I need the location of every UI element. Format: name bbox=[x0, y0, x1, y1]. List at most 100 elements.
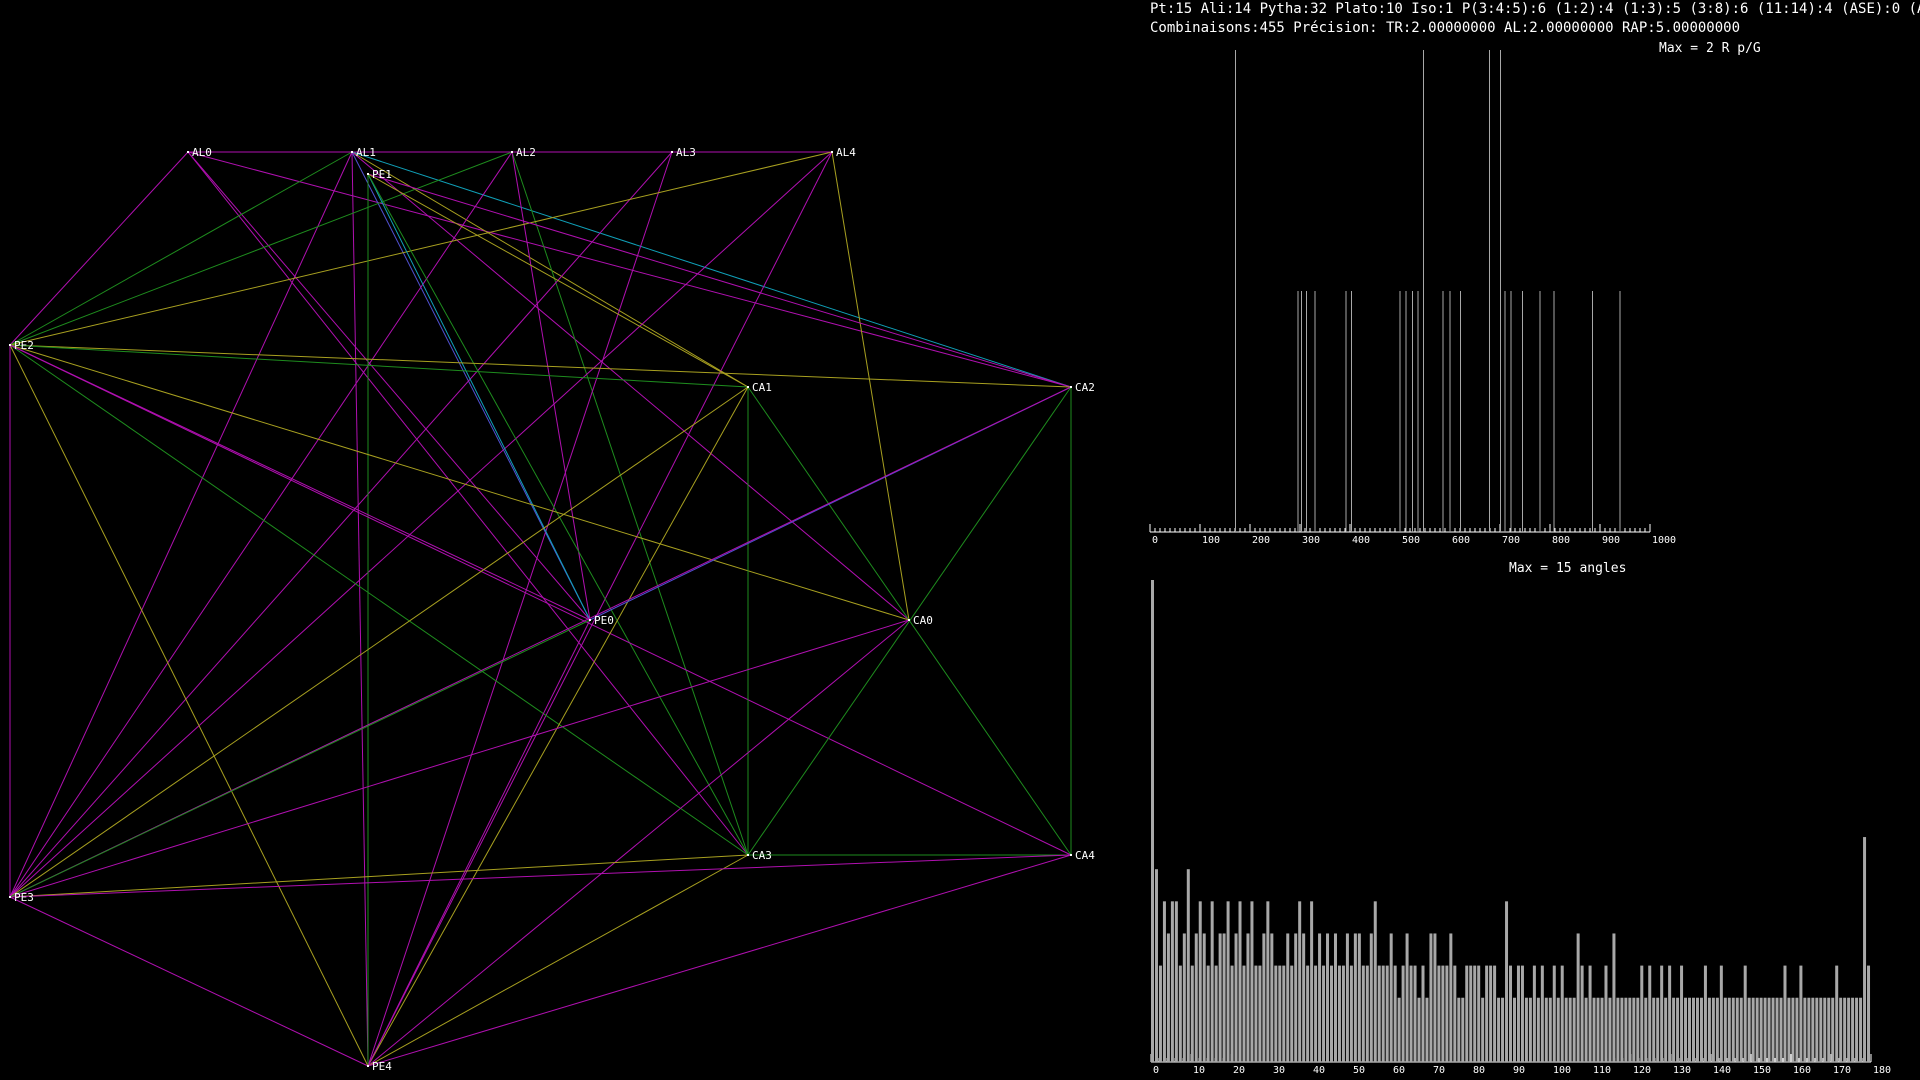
point-label-AL1: AL1 bbox=[356, 146, 376, 159]
angle-bar bbox=[1767, 997, 1771, 1062]
segment-AL1-CA2 bbox=[351, 151, 1072, 388]
angle-bar bbox=[1437, 965, 1441, 1062]
angle-bar bbox=[1429, 933, 1433, 1062]
segment-PE2-PE4 bbox=[9, 344, 369, 1067]
angle-bar bbox=[1298, 901, 1302, 1062]
point-CA0 bbox=[908, 619, 910, 621]
angle-bar bbox=[1377, 965, 1381, 1062]
angle-bar bbox=[1791, 997, 1795, 1062]
angle-tick-label: 20 bbox=[1233, 1065, 1245, 1076]
angle-bar bbox=[1385, 965, 1389, 1062]
angle-bar bbox=[1739, 997, 1743, 1062]
ratio-tick-label: 900 bbox=[1602, 535, 1620, 546]
angle-bar bbox=[1258, 965, 1262, 1062]
point-label-AL3: AL3 bbox=[676, 146, 696, 159]
angle-bar bbox=[1759, 997, 1763, 1062]
angle-bar bbox=[1747, 997, 1751, 1062]
angle-histogram-title: Max = 15 angles bbox=[1509, 561, 1627, 576]
stats-line: Pt:15 Ali:14 Pytha:32 Plato:10 Iso:1 P(3… bbox=[1150, 1, 1920, 17]
point-CA4 bbox=[1070, 854, 1072, 856]
angle-bar bbox=[1688, 997, 1692, 1062]
segment-AL3-PE4 bbox=[367, 151, 673, 1067]
angle-bar bbox=[1151, 580, 1154, 1062]
angle-bar bbox=[1318, 933, 1322, 1062]
segment-PE1-CA2 bbox=[367, 173, 1072, 388]
angle-tick-label: 70 bbox=[1433, 1065, 1445, 1076]
angle-bar bbox=[1636, 997, 1640, 1062]
angle-bar bbox=[1775, 997, 1779, 1062]
angle-bar bbox=[1751, 997, 1755, 1062]
point-label-PE3: PE3 bbox=[14, 891, 34, 904]
angle-bar bbox=[1497, 997, 1501, 1062]
angle-bar bbox=[1294, 933, 1298, 1062]
angle-bar bbox=[1282, 965, 1286, 1062]
point-label-CA1: CA1 bbox=[752, 381, 772, 394]
angle-bar bbox=[1695, 997, 1699, 1062]
geometry-segments bbox=[9, 151, 1072, 1067]
angle-bar bbox=[1672, 997, 1676, 1062]
angle-bar bbox=[1815, 997, 1819, 1062]
angle-bar bbox=[1413, 965, 1417, 1062]
angle-bar bbox=[1548, 997, 1552, 1062]
angle-bar bbox=[1246, 933, 1250, 1062]
angle-bar bbox=[1314, 965, 1318, 1062]
segment-AL1-PE2 bbox=[9, 151, 353, 346]
angle-bar bbox=[1266, 901, 1270, 1062]
angle-bar bbox=[1441, 965, 1445, 1062]
angle-bar bbox=[1353, 933, 1357, 1062]
angle-bar bbox=[1660, 965, 1664, 1062]
point-AL1 bbox=[351, 151, 353, 153]
angle-bar bbox=[1652, 997, 1656, 1062]
angle-bar bbox=[1381, 965, 1385, 1062]
angle-bar bbox=[1799, 965, 1803, 1062]
angle-bar bbox=[1835, 965, 1839, 1062]
angle-bar bbox=[1186, 869, 1190, 1062]
angle-bar bbox=[1226, 901, 1230, 1062]
angle-bar bbox=[1505, 901, 1509, 1062]
segment-PE1-PE0 bbox=[367, 173, 591, 621]
angle-bar bbox=[1668, 965, 1672, 1062]
angle-bar bbox=[1190, 965, 1194, 1062]
angle-bar bbox=[1823, 997, 1827, 1062]
point-label-AL4: AL4 bbox=[836, 146, 856, 159]
angle-bar bbox=[1528, 997, 1532, 1062]
angle-bar bbox=[1735, 997, 1739, 1062]
angle-tick-label: 170 bbox=[1833, 1065, 1851, 1076]
ratio-histogram-title: Max = 2 R p/G bbox=[1659, 41, 1761, 56]
segment-CA4-PE3 bbox=[9, 854, 1072, 898]
angle-bar bbox=[1544, 997, 1548, 1062]
angle-bar bbox=[1664, 997, 1668, 1062]
angle-bar bbox=[1604, 965, 1608, 1062]
segment-AL4-PE4 bbox=[367, 151, 833, 1067]
ratio-histogram: 0 100 200 300 400 500 600 700 800 900 1000 bbox=[1149, 50, 1676, 546]
angle-bar bbox=[1365, 965, 1369, 1062]
angle-bar bbox=[1608, 997, 1612, 1062]
segment-AL4-PE2 bbox=[9, 151, 833, 346]
angle-bar bbox=[1600, 997, 1604, 1062]
angle-bar bbox=[1278, 965, 1282, 1062]
angle-bar bbox=[1449, 933, 1453, 1062]
angle-bar bbox=[1489, 965, 1493, 1062]
point-PE1 bbox=[367, 173, 369, 175]
angle-tick-label: 0 bbox=[1153, 1065, 1159, 1076]
ratio-tick-label: 300 bbox=[1302, 535, 1320, 546]
angle-bar bbox=[1493, 965, 1497, 1062]
point-label-CA0: CA0 bbox=[913, 614, 933, 627]
point-AL0 bbox=[187, 151, 189, 153]
angle-bar bbox=[1154, 869, 1158, 1062]
angle-bar bbox=[1405, 933, 1409, 1062]
angle-bar bbox=[1512, 997, 1516, 1062]
angle-bar bbox=[1290, 965, 1294, 1062]
angle-bar bbox=[1699, 997, 1703, 1062]
angle-bar bbox=[1473, 965, 1477, 1062]
angle-bar bbox=[1182, 933, 1186, 1062]
main-canvas: AL0 AL1 AL2 AL3 AL4 PE1 PE2 CA1 CA2 PE0 CA0 CA3 CA4 P… bbox=[9, 50, 1891, 1076]
angle-bar bbox=[1520, 965, 1524, 1062]
angle-bar bbox=[1206, 965, 1210, 1062]
segment-AL1-PE3 bbox=[9, 151, 353, 898]
angle-tick-label: 140 bbox=[1713, 1065, 1731, 1076]
angle-bar bbox=[1863, 837, 1867, 1062]
angle-bar bbox=[1851, 997, 1855, 1062]
angle-bar bbox=[1222, 933, 1226, 1062]
angle-tick-label: 160 bbox=[1793, 1065, 1811, 1076]
